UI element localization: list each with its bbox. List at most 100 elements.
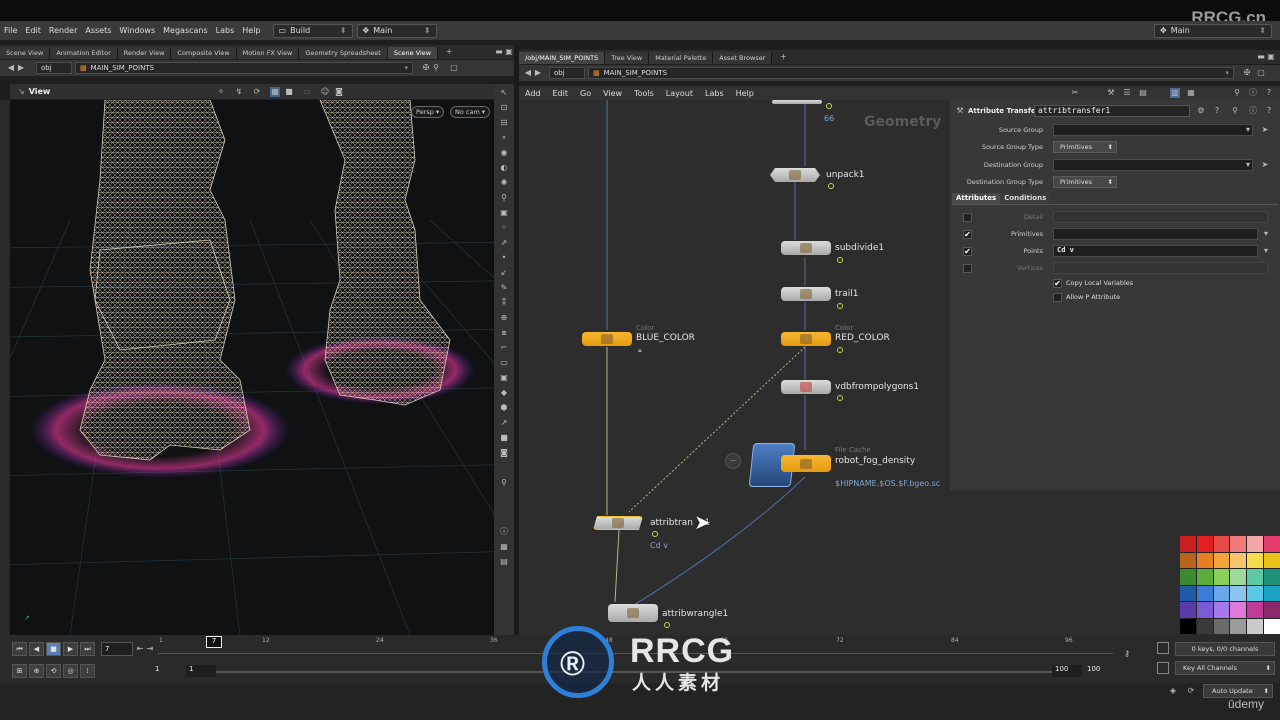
normals-icon[interactable]: ⇗ [499, 238, 509, 248]
node-name-field[interactable]: attribtransfer1 [1034, 105, 1190, 117]
search-icon[interactable]: ⚲ [1230, 106, 1240, 116]
realtime-button[interactable]: ⊞ [12, 664, 27, 678]
view-label[interactable]: View [29, 87, 51, 96]
wrench-icon[interactable]: ⚒ [1106, 88, 1116, 98]
copy-local-checkbox[interactable]: ✔ [1053, 278, 1062, 288]
color-swatch[interactable] [1180, 602, 1196, 618]
grid-icon[interactable]: ▦ [499, 542, 509, 552]
pack-icon[interactable]: ⬢ [499, 403, 509, 413]
light-icon[interactable]: ✺ [499, 178, 509, 188]
chevron-down-icon[interactable]: ▾ [1261, 229, 1271, 239]
tab-motion-fx-view[interactable]: Motion FX View [236, 47, 300, 59]
path-root[interactable]: obj [36, 62, 72, 74]
net-path-root[interactable]: obj [549, 67, 585, 79]
select-arrow-icon[interactable]: ➤ [1260, 125, 1270, 135]
vertices-field[interactable] [1053, 262, 1268, 274]
tools-icon[interactable]: ✂ [1070, 88, 1080, 98]
color-swatch[interactable] [1264, 618, 1280, 634]
color-swatch[interactable] [1196, 536, 1213, 552]
color-swatch[interactable] [1180, 536, 1196, 552]
points-icon[interactable]: ⁘ [499, 223, 509, 233]
net-menu-help[interactable]: Help [730, 89, 760, 98]
color-swatch[interactable] [1264, 602, 1280, 618]
camera-icon[interactable]: ◙ [499, 448, 509, 458]
menu-render[interactable]: Render [45, 26, 81, 35]
chevron-down-icon[interactable]: ▾ [1243, 125, 1253, 135]
node-blue-color[interactable] [582, 332, 632, 346]
auto-update-dropdown[interactable]: Auto Update ⬍ [1203, 684, 1273, 698]
pin-icon[interactable]: ✠ [1242, 68, 1252, 78]
grid-icon[interactable]: ▦ [270, 86, 280, 97]
net-menu-add[interactable]: Add [519, 89, 547, 98]
maximize-icon[interactable]: ▣ [1266, 52, 1276, 62]
detail-field[interactable] [1053, 211, 1268, 223]
pin-icon[interactable]: ⚲ [499, 478, 509, 488]
maximize-icon[interactable]: ▣ [504, 47, 514, 57]
tab-animation-editor[interactable]: Animation Editor [50, 47, 118, 59]
vector-icon[interactable]: ↗ [499, 418, 509, 428]
desktop-dropdown[interactable]: ▭ Build ⬍ [272, 23, 353, 38]
magnet-icon[interactable]: ◉ [499, 148, 509, 158]
grid-icon[interactable]: ▦ [1186, 88, 1196, 98]
tab-render-view[interactable]: Render View [117, 47, 172, 59]
node-file-cache[interactable] [781, 455, 831, 472]
stop-button[interactable]: ■ [46, 642, 61, 656]
color-swatch[interactable] [1180, 585, 1196, 601]
box-icon[interactable]: ▣ [499, 373, 509, 383]
current-frame-field[interactable]: 7 [101, 642, 133, 656]
color-swatch[interactable] [1264, 569, 1280, 585]
search-icon[interactable]: ⚲ [1232, 88, 1242, 98]
link-icon[interactable]: ⚲ [431, 63, 441, 73]
view-tool-icon[interactable]: ⊡ [499, 103, 509, 113]
tab-attributes[interactable]: Attributes [952, 193, 1001, 204]
net-menu-layout[interactable]: Layout [660, 89, 699, 98]
color-swatch[interactable] [1247, 618, 1264, 634]
menu-edit[interactable]: Edit [21, 26, 45, 35]
numbers-icon[interactable]: ⁑ [499, 298, 509, 308]
menu-windows[interactable]: Windows [115, 26, 159, 35]
list-icon[interactable]: ☰ [1122, 88, 1132, 98]
cube-icon[interactable]: ⧈ [499, 328, 509, 338]
square-icon[interactable]: ■ [499, 433, 509, 443]
color-swatch[interactable] [1213, 552, 1230, 568]
node-unpack1[interactable] [770, 168, 820, 182]
right-context-dropdown[interactable]: ✥ Main ⬍ [1154, 23, 1272, 38]
loop-button[interactable]: ⟲ [46, 664, 61, 678]
menu-labs[interactable]: Labs [212, 26, 239, 35]
tab-network[interactable]: /obj/MAIN_SIM_POINTS [519, 52, 606, 64]
layout-icon[interactable]: ▥ [1170, 88, 1180, 98]
color-swatch[interactable] [1230, 585, 1247, 601]
color-swatch[interactable] [1213, 618, 1230, 634]
context-dropdown[interactable]: ✥ Main ⬍ [356, 23, 437, 38]
color-swatch[interactable] [1196, 618, 1213, 634]
back-icon[interactable]: ◀ [6, 63, 16, 73]
end-frame-2[interactable]: 100 [1087, 665, 1100, 673]
color-swatch[interactable] [1230, 602, 1247, 618]
lock-icon[interactable]: ▢ [449, 63, 459, 73]
node-red-color[interactable] [781, 332, 831, 346]
color-swatch[interactable] [1213, 602, 1230, 618]
end-frame-field[interactable]: 100 [1052, 665, 1082, 677]
points-field[interactable]: Cd v [1053, 245, 1258, 257]
play-button[interactable]: ▶ [63, 642, 78, 656]
notes-icon[interactable]: ▤ [1138, 88, 1148, 98]
range-button[interactable]: ⁞ [80, 664, 95, 678]
uv-icon[interactable]: ⊕ [499, 313, 509, 323]
net-menu-tools[interactable]: Tools [628, 89, 660, 98]
color-swatch[interactable] [1264, 536, 1280, 552]
color-swatch[interactable] [1213, 536, 1230, 552]
color-swatch[interactable] [1230, 618, 1247, 634]
info-icon[interactable]: ⓘ [499, 527, 509, 537]
wire-icon[interactable]: ◐ [499, 163, 509, 173]
pin-icon[interactable]: ✠ [421, 63, 431, 73]
net-menu-edit[interactable]: Edit [547, 89, 575, 98]
info-icon[interactable]: ⓘ [1248, 106, 1258, 116]
chat-icon[interactable]: ◈ [1168, 686, 1178, 696]
source-group-field[interactable] [1053, 124, 1253, 136]
allow-p-checkbox[interactable] [1053, 292, 1062, 302]
step-back-button[interactable]: ◀ [29, 642, 44, 656]
color-swatch[interactable] [1247, 602, 1264, 618]
color-swatch[interactable] [1230, 552, 1247, 568]
node-trail1[interactable] [781, 287, 831, 301]
lock-icon[interactable]: ▢ [1256, 68, 1266, 78]
